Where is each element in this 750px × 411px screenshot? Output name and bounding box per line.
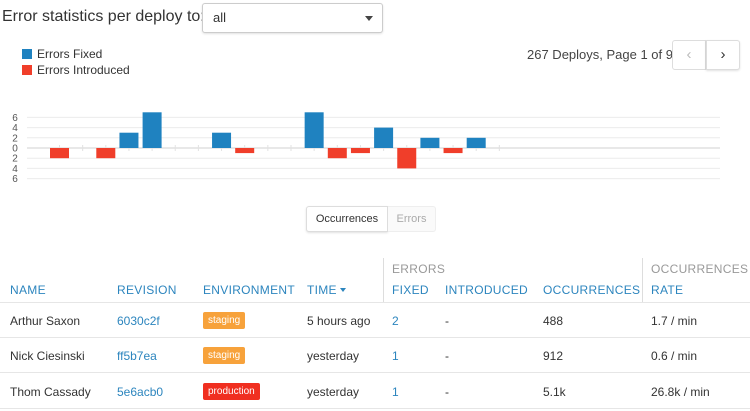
sort-desc-icon	[339, 288, 346, 292]
bar-errors-fixed[interactable]	[304, 112, 324, 148]
legend-swatch-introduced	[22, 65, 32, 75]
environment-badge: staging	[203, 347, 246, 364]
group-divider-occurrences	[642, 258, 643, 302]
bar-errors-introduced[interactable]	[235, 148, 255, 154]
bar-errors-fixed[interactable]	[466, 137, 486, 148]
page-title: Error statistics per deploy to:	[2, 8, 205, 25]
row-rate: 1.7 / min	[651, 314, 698, 328]
bar-errors-fixed[interactable]	[420, 137, 440, 148]
row-divider	[0, 337, 750, 338]
bar-errors-fixed[interactable]	[212, 132, 232, 148]
column-header-rate[interactable]: RATE	[651, 283, 683, 297]
pager-summary: 267 Deploys, Page 1 of 9	[527, 47, 673, 62]
legend-item-fixed: Errors Fixed	[22, 46, 130, 62]
row-fixed-link[interactable]: 1	[392, 385, 399, 399]
row-rate: 0.6 / min	[651, 349, 698, 363]
toggle-errors-button[interactable]: Errors	[388, 206, 436, 232]
row-introduced: -	[445, 314, 449, 328]
bar-errors-introduced[interactable]	[443, 148, 463, 154]
legend-item-introduced: Errors Introduced	[22, 62, 130, 78]
bar-errors-introduced[interactable]	[327, 148, 347, 159]
environment-select-value: all	[213, 10, 227, 25]
bar-errors-introduced[interactable]	[397, 148, 417, 169]
bar-errors-introduced[interactable]	[350, 148, 370, 154]
deploy-errors-chart: 6420246	[12, 112, 720, 185]
row-introduced: -	[445, 385, 449, 399]
row-revision-link[interactable]: ff5b7ea	[117, 349, 157, 363]
column-header-introduced[interactable]: INTRODUCED	[445, 283, 528, 297]
bar-errors-fixed[interactable]	[374, 127, 394, 148]
bar-errors-fixed[interactable]	[142, 112, 162, 148]
bar-errors-introduced[interactable]	[96, 148, 116, 159]
bar-errors-introduced[interactable]	[50, 148, 69, 159]
row-name: Arthur Saxon	[10, 314, 81, 328]
environment-badge: staging	[203, 312, 246, 329]
group-header-occurrences: OCCURRENCES	[651, 262, 749, 276]
row-fixed-link[interactable]: 2	[392, 314, 399, 328]
group-divider-errors	[383, 258, 384, 302]
row-time: yesterday	[307, 385, 360, 399]
row-divider	[0, 372, 750, 373]
row-time: yesterday	[307, 349, 360, 363]
column-header-name[interactable]: NAME	[10, 283, 46, 297]
row-divider	[0, 408, 750, 409]
column-header-occurrences[interactable]: OCCURRENCES	[543, 283, 640, 297]
row-revision-link[interactable]: 5e6acb0	[117, 385, 163, 399]
row-introduced: -	[445, 349, 449, 363]
chevron-right-icon: ›	[720, 46, 726, 63]
legend-label-fixed: Errors Fixed	[37, 47, 103, 61]
table-header-divider	[0, 302, 750, 303]
row-occurrences: 488	[543, 314, 564, 328]
legend-label-introduced: Errors Introduced	[37, 63, 130, 77]
chart-legend: Errors Fixed Errors Introduced	[22, 46, 130, 78]
column-header-environment[interactable]: ENVIRONMENT	[203, 283, 295, 297]
next-page-button[interactable]: ›	[706, 40, 740, 70]
row-occurrences: 912	[543, 349, 564, 363]
bar-errors-fixed[interactable]	[119, 132, 139, 148]
caret-down-icon	[365, 16, 373, 21]
legend-swatch-fixed	[22, 49, 32, 59]
row-occurrences: 5.1k	[543, 385, 566, 399]
environment-badge: production	[203, 383, 260, 400]
environment-select[interactable]: all	[202, 3, 383, 33]
column-header-time[interactable]: TIME	[307, 283, 346, 297]
chevron-left-icon: ‹	[686, 46, 692, 63]
group-header-errors: ERRORS	[392, 262, 446, 276]
row-name: Nick Ciesinski	[10, 349, 85, 363]
row-fixed-link[interactable]: 1	[392, 349, 399, 363]
column-header-revision[interactable]: REVISION	[117, 283, 177, 297]
toggle-occurrences-button[interactable]: Occurrences	[306, 206, 388, 232]
prev-page-button[interactable]: ‹	[672, 40, 706, 70]
y-tick-label: 6	[12, 174, 18, 185]
column-header-time-label: TIME	[307, 283, 337, 297]
row-name: Thom Cassady	[10, 385, 91, 399]
column-header-fixed[interactable]: FIXED	[392, 283, 429, 297]
row-time: 5 hours ago	[307, 314, 371, 328]
row-revision-link[interactable]: 6030c2f	[117, 314, 160, 328]
row-rate: 26.8k / min	[651, 385, 710, 399]
